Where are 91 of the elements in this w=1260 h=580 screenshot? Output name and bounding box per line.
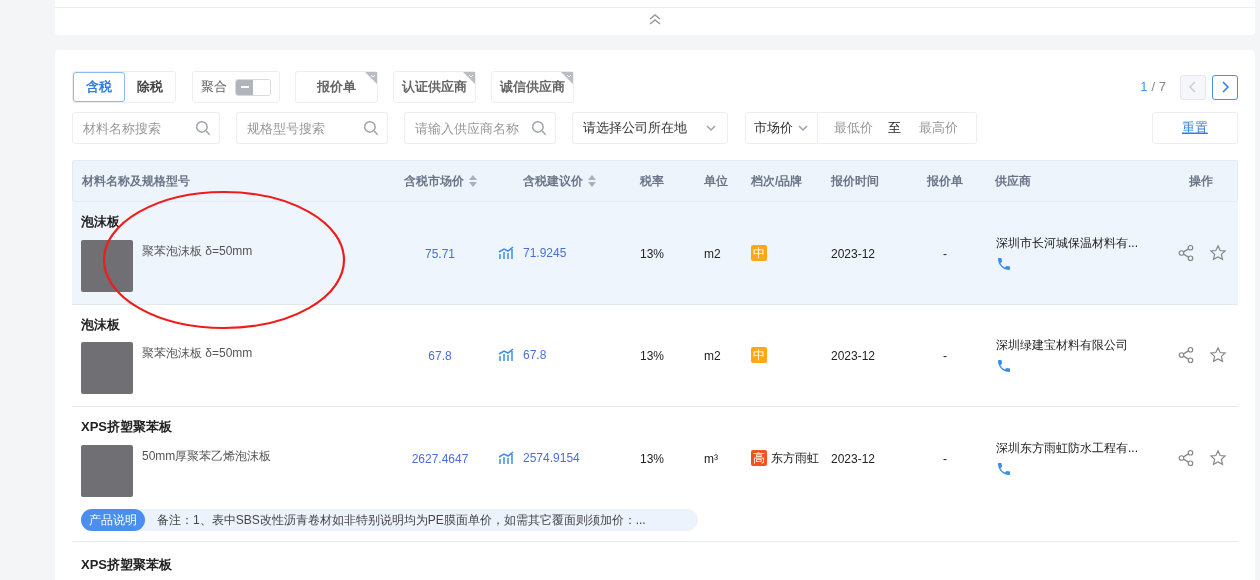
material-name: XPS挤塑聚苯板 <box>81 418 173 436</box>
chevron-down-icon <box>797 122 809 134</box>
photo-placeholder <box>81 444 133 497</box>
share-icon[interactable] <box>1176 346 1195 365</box>
supplier-name[interactable]: 深圳东方雨虹防水工程有... <box>996 438 1165 457</box>
share-icon[interactable] <box>1176 448 1195 467</box>
column-header: 操作 <box>1188 173 1213 190</box>
aggregate-toggle[interactable]: 聚合 <box>192 71 280 103</box>
search-icon <box>362 119 380 137</box>
phone-icon[interactable] <box>996 358 1012 375</box>
chevron-left-icon <box>1188 81 1198 93</box>
search-icon <box>194 119 212 137</box>
unit: m2 <box>704 246 721 261</box>
bar-chart-icon <box>498 450 514 465</box>
filter-toggle-button[interactable]: 诚信供应商 <box>491 71 574 103</box>
grade-badge: 高 <box>751 449 767 466</box>
bar-chart-icon <box>498 348 514 363</box>
page-current: 1 <box>1140 78 1148 97</box>
column-header[interactable]: 含税建议价 <box>523 172 597 190</box>
tax-rate: 13% <box>640 246 665 261</box>
sort-icon[interactable] <box>588 175 597 187</box>
star-icon[interactable] <box>1208 243 1227 262</box>
quote-time: 2023-12 <box>831 246 876 261</box>
material-name: XPS挤塑聚苯板 <box>81 556 172 572</box>
search-field[interactable]: 材料名称搜索 <box>72 112 220 144</box>
next-page-button[interactable] <box>1212 74 1238 100</box>
price-type-select[interactable]: 市场价 <box>746 113 818 143</box>
phone-icon[interactable] <box>996 460 1012 477</box>
supplier-name[interactable]: 深圳市长河城保温材料有... <box>996 233 1165 252</box>
column-header: 档次/品牌 <box>750 173 803 190</box>
photo-placeholder <box>81 239 133 292</box>
search-field[interactable]: 规格型号搜索 <box>236 112 388 144</box>
chevron-right-icon <box>1220 81 1230 93</box>
phone-icon[interactable] <box>996 255 1012 272</box>
suggested-price[interactable]: 71.9245 <box>523 243 567 262</box>
table-row[interactable]: 泡沫板 聚苯泡沫板 δ=50mm 75.71 71.9245 13% m2 中 2023-12 - 深圳市长河城保温材料有... <box>72 202 1238 305</box>
column-header[interactable]: 含税市场价 <box>403 172 477 190</box>
market-price[interactable]: 2627.4647 <box>411 451 469 466</box>
material-spec: 聚苯泡沫板 δ=50mm <box>142 242 253 260</box>
material-name: 泡沫板 <box>81 315 121 334</box>
sort-icon[interactable] <box>468 175 477 187</box>
double-chevron-up-icon[interactable] <box>648 13 662 25</box>
filter-toggle-button[interactable]: 报价单 <box>295 71 378 103</box>
quote-sheet: - <box>943 349 947 364</box>
star-icon[interactable] <box>1208 448 1227 467</box>
column-header: 报价时间 <box>830 173 879 190</box>
range-separator: 至 <box>888 119 901 138</box>
search-field[interactable]: 请输入供应商名称 <box>404 112 556 144</box>
market-price[interactable]: 67.8 <box>428 349 452 364</box>
column-header: 报价单 <box>926 173 963 190</box>
bar-chart-icon <box>498 245 514 260</box>
unit: m³ <box>704 451 718 466</box>
tax-rate: 13% <box>640 451 665 466</box>
max-price-field[interactable]: 最高价 <box>901 118 976 138</box>
material-name: 泡沫板 <box>81 213 121 231</box>
chevron-down-icon <box>705 122 717 134</box>
material-spec: 聚苯泡沫板 δ=50mm <box>142 345 253 362</box>
aggregate-label: 聚合 <box>201 78 227 97</box>
column-header: 税率 <box>640 173 665 190</box>
material-spec: 50mm厚聚苯乙烯泡沫板 <box>142 447 272 465</box>
column-header: 材料名称及规格型号 <box>82 173 190 190</box>
quote-sheet: - <box>943 451 947 466</box>
market-price[interactable]: 75.71 <box>425 246 455 261</box>
search-icon <box>530 119 548 137</box>
filter-toggle-button[interactable]: 认证供应商 <box>393 71 476 103</box>
column-header: 供应商 <box>995 173 1032 190</box>
supplier-name[interactable]: 深圳绿建宝材料有限公司 <box>996 336 1165 355</box>
tax-rate: 13% <box>640 349 665 364</box>
suggested-price[interactable]: 2574.9154 <box>523 448 580 467</box>
note-text: 备注：1、表中SBS改性沥青卷材如非特别说明均为PE膜面单价，如需其它覆面则须加价：... <box>157 511 646 529</box>
star-icon[interactable] <box>1208 346 1227 365</box>
product-note-tag[interactable]: 产品说明 <box>81 508 145 531</box>
quote-time: 2023-12 <box>831 349 876 364</box>
grade-badge: 中 <box>751 244 767 261</box>
corner-mark-icon <box>365 72 377 84</box>
tax-tab[interactable]: 含税 <box>73 72 125 102</box>
reset-button[interactable]: 重置 <box>1152 112 1238 144</box>
brand-name: 东方雨虹 <box>771 449 819 467</box>
unit: m2 <box>704 349 721 364</box>
page-total: / 7 <box>1151 78 1166 97</box>
column-header: 单位 <box>703 173 728 190</box>
share-icon[interactable] <box>1176 243 1195 262</box>
grade-badge: 中 <box>751 347 767 364</box>
min-price-field[interactable]: 最低价 <box>818 118 888 138</box>
location-select[interactable]: 请选择公司所在地 <box>572 112 728 144</box>
quote-time: 2023-12 <box>831 451 876 466</box>
quote-sheet: - <box>943 246 947 261</box>
photo-placeholder <box>81 342 133 394</box>
suggested-price[interactable]: 67.8 <box>523 346 547 365</box>
toggle-switch[interactable] <box>235 78 271 96</box>
tax-tab[interactable]: 除税 <box>125 72 175 102</box>
